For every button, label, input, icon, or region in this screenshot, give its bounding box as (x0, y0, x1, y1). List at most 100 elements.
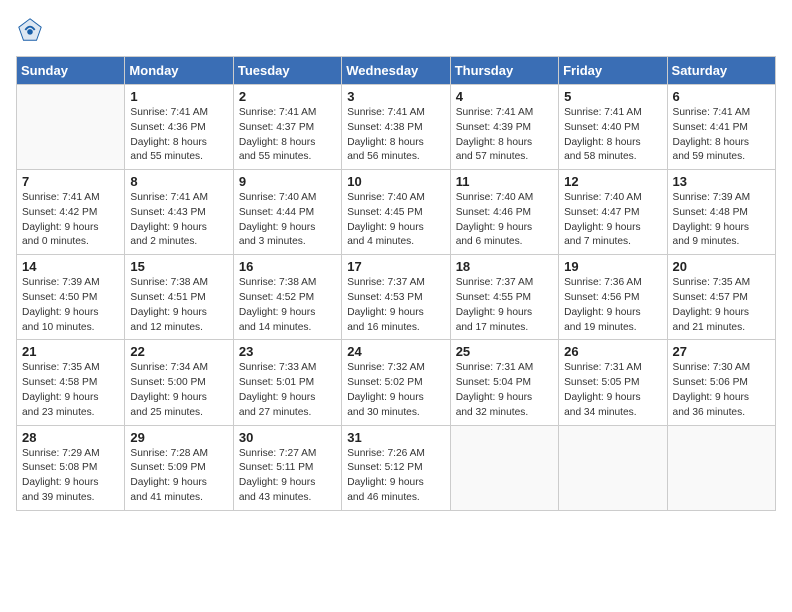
cell-info: Sunrise: 7:41 AM Sunset: 4:43 PM Dayligh… (130, 191, 227, 250)
calendar-cell: 13 Sunrise: 7:39 AM Sunset: 4:48 PM Dayli… (667, 170, 775, 255)
calendar-cell: 17 Sunrise: 7:37 AM Sunset: 4:53 PM Dayli… (342, 255, 450, 340)
day-number: 23 (239, 344, 336, 359)
calendar-week-2: 7 Sunrise: 7:41 AM Sunset: 4:42 PM Daylig… (17, 170, 776, 255)
cell-info: Sunrise: 7:41 AM Sunset: 4:36 PM Dayligh… (130, 106, 227, 165)
calendar-cell: 3 Sunrise: 7:41 AM Sunset: 4:38 PM Daylig… (342, 85, 450, 170)
calendar-cell: 29 Sunrise: 7:28 AM Sunset: 5:09 PM Dayli… (125, 425, 233, 510)
calendar-cell (559, 425, 667, 510)
cell-info: Sunrise: 7:40 AM Sunset: 4:46 PM Dayligh… (456, 191, 553, 250)
day-number: 27 (673, 344, 770, 359)
day-number: 9 (239, 174, 336, 189)
calendar-cell: 14Sunrise: 7:39 AM Sunset: 4:50 PM Dayli… (17, 255, 125, 340)
day-number: 24 (347, 344, 444, 359)
calendar-cell: 20Sunrise: 7:35 AM Sunset: 4:57 PM Dayli… (667, 255, 775, 340)
calendar-cell: 18 Sunrise: 7:37 AM Sunset: 4:55 PM Dayli… (450, 255, 558, 340)
day-number: 30 (239, 430, 336, 445)
day-number: 1 (130, 89, 227, 104)
day-header-thursday: Thursday (450, 57, 558, 85)
day-number: 2 (239, 89, 336, 104)
calendar-cell: 16Sunrise: 7:38 AM Sunset: 4:52 PM Dayli… (233, 255, 341, 340)
cell-info: Sunrise: 7:26 AM Sunset: 5:12 PM Dayligh… (347, 447, 444, 506)
cell-info: Sunrise: 7:33 AM Sunset: 5:01 PM Dayligh… (239, 361, 336, 420)
day-number: 12 (564, 174, 661, 189)
day-header-tuesday: Tuesday (233, 57, 341, 85)
cell-info: Sunrise: 7:38 AM Sunset: 4:51 PM Dayligh… (130, 276, 227, 335)
cell-info: Sunrise: 7:30 AM Sunset: 5:06 PM Dayligh… (673, 361, 770, 420)
day-header-wednesday: Wednesday (342, 57, 450, 85)
calendar-cell: 5 Sunrise: 7:41 AM Sunset: 4:40 PM Daylig… (559, 85, 667, 170)
day-number: 13 (673, 174, 770, 189)
logo-icon (16, 16, 44, 44)
cell-info: Sunrise: 7:41 AM Sunset: 4:42 PM Dayligh… (22, 191, 119, 250)
cell-info: Sunrise: 7:29 AM Sunset: 5:08 PM Dayligh… (22, 447, 119, 506)
cell-info: Sunrise: 7:39 AM Sunset: 4:50 PM Dayligh… (22, 276, 119, 335)
cell-info: Sunrise: 7:32 AM Sunset: 5:02 PM Dayligh… (347, 361, 444, 420)
day-number: 11 (456, 174, 553, 189)
day-number: 8 (130, 174, 227, 189)
calendar-week-5: 28 Sunrise: 7:29 AM Sunset: 5:08 PM Dayli… (17, 425, 776, 510)
cell-info: Sunrise: 7:41 AM Sunset: 4:39 PM Dayligh… (456, 106, 553, 165)
cell-info: Sunrise: 7:40 AM Sunset: 4:44 PM Dayligh… (239, 191, 336, 250)
calendar-cell: 28 Sunrise: 7:29 AM Sunset: 5:08 PM Dayli… (17, 425, 125, 510)
cell-info: Sunrise: 7:31 AM Sunset: 5:05 PM Dayligh… (564, 361, 661, 420)
calendar-cell (17, 85, 125, 170)
cell-info: Sunrise: 7:36 AM Sunset: 4:56 PM Dayligh… (564, 276, 661, 335)
day-number: 4 (456, 89, 553, 104)
calendar-cell: 30 Sunrise: 7:27 AM Sunset: 5:11 PM Dayli… (233, 425, 341, 510)
calendar-cell: 24 Sunrise: 7:32 AM Sunset: 5:02 PM Dayli… (342, 340, 450, 425)
cell-info: Sunrise: 7:41 AM Sunset: 4:38 PM Dayligh… (347, 106, 444, 165)
cell-info: Sunrise: 7:41 AM Sunset: 4:41 PM Dayligh… (673, 106, 770, 165)
day-number: 17 (347, 259, 444, 274)
calendar-cell: 25 Sunrise: 7:31 AM Sunset: 5:04 PM Dayli… (450, 340, 558, 425)
calendar-cell: 7 Sunrise: 7:41 AM Sunset: 4:42 PM Daylig… (17, 170, 125, 255)
day-number: 3 (347, 89, 444, 104)
day-number: 16 (239, 259, 336, 274)
cell-info: Sunrise: 7:28 AM Sunset: 5:09 PM Dayligh… (130, 447, 227, 506)
calendar-cell: 31 Sunrise: 7:26 AM Sunset: 5:12 PM Dayli… (342, 425, 450, 510)
calendar-cell (450, 425, 558, 510)
day-number: 26 (564, 344, 661, 359)
cell-info: Sunrise: 7:35 AM Sunset: 4:58 PM Dayligh… (22, 361, 119, 420)
day-number: 7 (22, 174, 119, 189)
calendar-cell: 15 Sunrise: 7:38 AM Sunset: 4:51 PM Dayli… (125, 255, 233, 340)
calendar-cell: 12Sunrise: 7:40 AM Sunset: 4:47 PM Dayli… (559, 170, 667, 255)
calendar-cell: 27 Sunrise: 7:30 AM Sunset: 5:06 PM Dayli… (667, 340, 775, 425)
day-number: 22 (130, 344, 227, 359)
day-number: 10 (347, 174, 444, 189)
calendar-cell: 23 Sunrise: 7:33 AM Sunset: 5:01 PM Dayli… (233, 340, 341, 425)
calendar-cell (667, 425, 775, 510)
cell-info: Sunrise: 7:37 AM Sunset: 4:53 PM Dayligh… (347, 276, 444, 335)
calendar-week-4: 21 Sunrise: 7:35 AM Sunset: 4:58 PM Dayli… (17, 340, 776, 425)
calendar-cell: 2Sunrise: 7:41 AM Sunset: 4:37 PM Daylig… (233, 85, 341, 170)
day-number: 21 (22, 344, 119, 359)
day-number: 31 (347, 430, 444, 445)
day-number: 15 (130, 259, 227, 274)
day-number: 19 (564, 259, 661, 274)
day-number: 28 (22, 430, 119, 445)
calendar-week-3: 14Sunrise: 7:39 AM Sunset: 4:50 PM Dayli… (17, 255, 776, 340)
day-number: 29 (130, 430, 227, 445)
calendar-cell: 21 Sunrise: 7:35 AM Sunset: 4:58 PM Dayli… (17, 340, 125, 425)
day-number: 20 (673, 259, 770, 274)
calendar-cell: 26 Sunrise: 7:31 AM Sunset: 5:05 PM Dayli… (559, 340, 667, 425)
calendar-cell: 11 Sunrise: 7:40 AM Sunset: 4:46 PM Dayli… (450, 170, 558, 255)
cell-info: Sunrise: 7:34 AM Sunset: 5:00 PM Dayligh… (130, 361, 227, 420)
calendar-cell: 1 Sunrise: 7:41 AM Sunset: 4:36 PM Daylig… (125, 85, 233, 170)
calendar-cell: 8 Sunrise: 7:41 AM Sunset: 4:43 PM Daylig… (125, 170, 233, 255)
day-number: 18 (456, 259, 553, 274)
calendar-table: SundayMondayTuesdayWednesdayThursdayFrid… (16, 56, 776, 511)
cell-info: Sunrise: 7:37 AM Sunset: 4:55 PM Dayligh… (456, 276, 553, 335)
cell-info: Sunrise: 7:41 AM Sunset: 4:40 PM Dayligh… (564, 106, 661, 165)
cell-info: Sunrise: 7:31 AM Sunset: 5:04 PM Dayligh… (456, 361, 553, 420)
cell-info: Sunrise: 7:39 AM Sunset: 4:48 PM Dayligh… (673, 191, 770, 250)
day-number: 5 (564, 89, 661, 104)
cell-info: Sunrise: 7:40 AM Sunset: 4:45 PM Dayligh… (347, 191, 444, 250)
day-header-friday: Friday (559, 57, 667, 85)
cell-info: Sunrise: 7:27 AM Sunset: 5:11 PM Dayligh… (239, 447, 336, 506)
day-headers-row: SundayMondayTuesdayWednesdayThursdayFrid… (17, 57, 776, 85)
calendar-cell: 22 Sunrise: 7:34 AM Sunset: 5:00 PM Dayli… (125, 340, 233, 425)
calendar-week-1: 1 Sunrise: 7:41 AM Sunset: 4:36 PM Daylig… (17, 85, 776, 170)
calendar-cell: 10 Sunrise: 7:40 AM Sunset: 4:45 PM Dayli… (342, 170, 450, 255)
day-number: 25 (456, 344, 553, 359)
calendar-cell: 6Sunrise: 7:41 AM Sunset: 4:41 PM Daylig… (667, 85, 775, 170)
